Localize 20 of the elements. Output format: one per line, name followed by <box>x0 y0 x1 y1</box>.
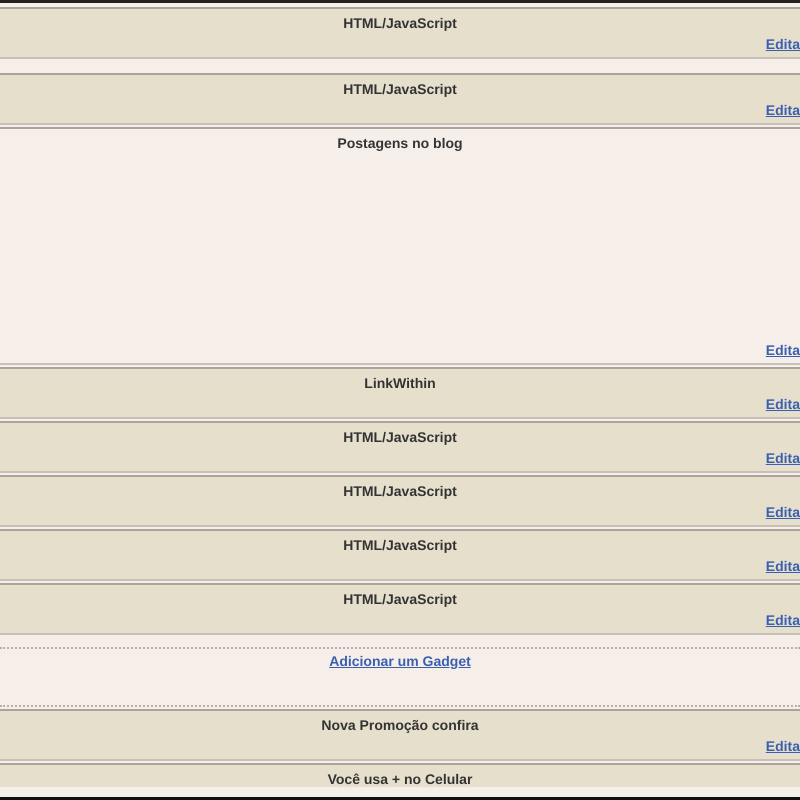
edit-link[interactable]: Edita <box>766 396 800 412</box>
edit-link[interactable]: Edita <box>766 612 800 628</box>
gadget-title: LinkWithin <box>364 375 436 391</box>
edit-link[interactable]: Edita <box>766 342 800 358</box>
edit-link[interactable]: Edita <box>766 450 800 466</box>
gadget-title: HTML/JavaScript <box>343 81 457 97</box>
gadget-title: HTML/JavaScript <box>343 483 457 499</box>
gadget-title: HTML/JavaScript <box>343 591 457 607</box>
edit-link[interactable]: Edita <box>766 558 800 574</box>
gadget-title: HTML/JavaScript <box>343 537 457 553</box>
gadget-title: HTML/JavaScript <box>343 429 457 445</box>
edit-link[interactable]: Edita <box>766 102 800 118</box>
gadget-title: HTML/JavaScript <box>343 15 457 31</box>
add-gadget-link[interactable]: Adicionar um Gadget <box>329 653 471 669</box>
gadget-title: Nova Promoção confira <box>321 717 479 733</box>
gadget-title: Postagens no blog <box>337 135 463 151</box>
gadget-title: Você usa + no Celular <box>328 771 472 787</box>
edit-link[interactable]: Edita <box>766 504 800 520</box>
edit-link[interactable]: Edita <box>766 738 800 754</box>
edit-link[interactable]: Edita <box>766 36 800 52</box>
